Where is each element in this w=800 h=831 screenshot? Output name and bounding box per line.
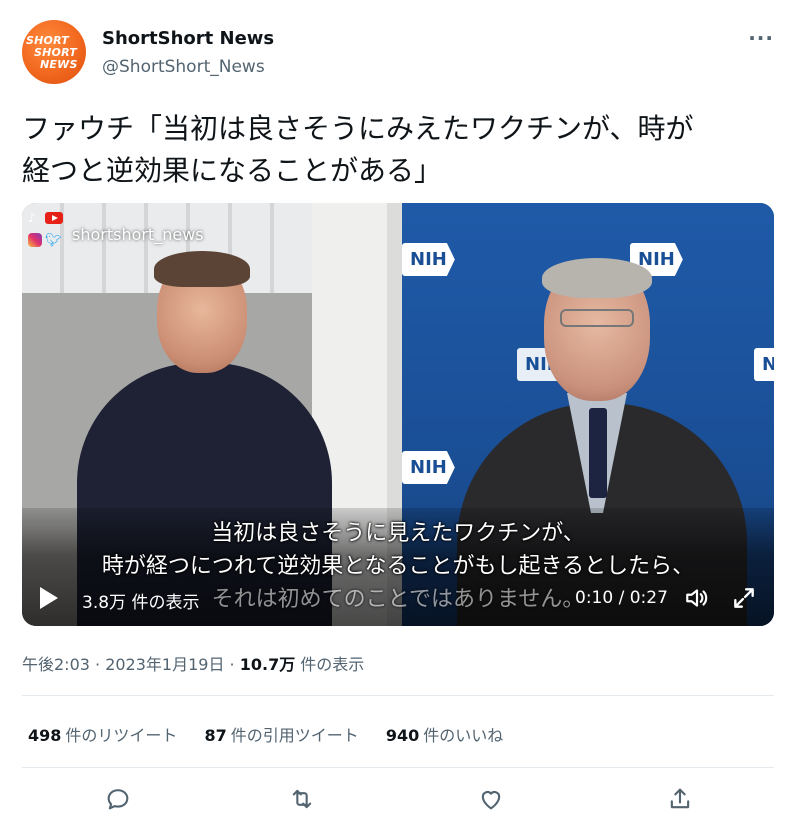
reply-icon[interactable] — [104, 785, 132, 813]
tweet-timestamp[interactable]: 午後2:03 · 2023年1月19日 · — [22, 655, 240, 674]
volume-icon[interactable] — [684, 585, 710, 611]
quote-count: 87 — [204, 726, 227, 745]
nih-logo: NIH — [402, 451, 455, 484]
tweet-stats: 498 件のリツイート 87 件の引用ツイート 940 件のいいね — [28, 722, 525, 746]
subtitle-line: 当初は良さそうに見えたワクチンが、 — [211, 521, 585, 546]
play-icon[interactable] — [40, 587, 58, 609]
subtitle-line: 時が経つにつれて逆効果となることがもし起きるとしたら、 — [101, 554, 695, 579]
divider — [22, 767, 774, 768]
video-player[interactable]: NIH NIH NIH N NIH ♪ 🐦︎ shortshort_news 当… — [22, 203, 774, 626]
tweet-text-line: 経つと逆効果になることがある」 — [22, 154, 443, 187]
quote-label: 件の引用ツイート — [230, 726, 359, 745]
tweet-text: ファウチ「当初は良さそうにみえたワクチンが、時が 経つと逆効果になることがある」 — [22, 108, 782, 192]
fullscreen-icon[interactable] — [731, 585, 757, 611]
video-controls: 3.8万 件の表示 0:10 / 0:27 — [22, 579, 774, 619]
nih-logo: NIH — [402, 243, 455, 276]
like-label: 件のいいね — [423, 726, 504, 745]
tiktok-icon: ♪ — [28, 211, 36, 225]
divider — [22, 695, 774, 696]
tweet-text-line: ファウチ「当初は良さそうにみえたワクチンが、時が — [22, 112, 694, 145]
retweet-icon[interactable] — [288, 785, 316, 813]
person-right-hair — [542, 258, 652, 298]
tweet-meta: 午後2:03 · 2023年1月19日 · 10.7万 件の表示 — [22, 651, 364, 675]
user-handle[interactable]: @ShortShort_News — [102, 57, 265, 77]
like-stat[interactable]: 940 件のいいね — [386, 722, 503, 746]
tweet-header: SHORT SHORT NEWS ShortShort News @ShortS… — [22, 20, 782, 84]
retweet-stat[interactable]: 498 件のリツイート — [28, 722, 177, 746]
twitter-bird-icon: 🐦︎ — [45, 233, 62, 248]
youtube-icon — [45, 212, 63, 224]
share-icon[interactable] — [666, 785, 694, 813]
retweet-label: 件のリツイート — [65, 726, 178, 745]
watermark-text: shortshort_news — [72, 225, 204, 244]
quote-stat[interactable]: 87 件の引用ツイート — [205, 722, 359, 746]
person-right-tie — [589, 408, 607, 498]
avatar[interactable]: SHORT SHORT NEWS — [22, 20, 86, 84]
instagram-icon — [28, 233, 42, 247]
tweet-actions — [22, 783, 774, 817]
person-right-glasses — [560, 309, 634, 327]
video-view-count: 3.8万 件の表示 — [82, 593, 200, 613]
tweet-view-label: 件の表示 — [295, 655, 365, 674]
display-name[interactable]: ShortShort News — [102, 28, 274, 49]
like-icon[interactable] — [477, 785, 505, 813]
more-options-icon[interactable]: ··· — [748, 26, 774, 50]
avatar-logo-text: NEWS — [40, 58, 78, 71]
person-left-hair — [154, 251, 250, 287]
like-count: 940 — [385, 726, 420, 745]
video-time: 0:10 / 0:27 — [575, 588, 668, 608]
retweet-count: 498 — [28, 726, 62, 745]
nih-logo: N — [754, 348, 774, 381]
tweet-view-count: 10.7万 — [239, 655, 296, 674]
